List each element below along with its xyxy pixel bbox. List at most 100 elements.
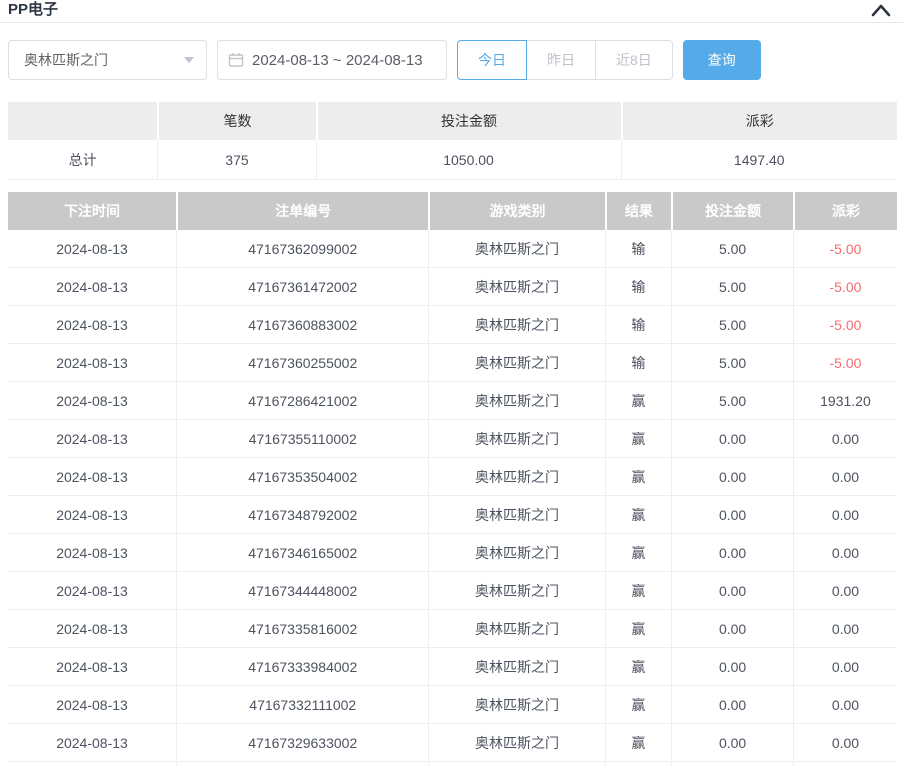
cell-bet-id: 47167344448002 [176,572,428,609]
cell-game-type: 奥林匹斯之门 [428,420,604,457]
cell-game-type: 奥林匹斯之门 [428,458,604,495]
cell-game-type: 奥林匹斯之门 [428,534,604,571]
chevron-up-icon [871,3,891,17]
cell-game-type: 奥林匹斯之门 [428,382,604,419]
records-table-header: 下注时间 注单编号 游戏类别 结果 投注金额 派彩 [8,192,897,230]
yesterday-button[interactable]: 昨日 [526,40,596,80]
cell-bet-id: 47167362099002 [176,230,428,267]
cell-result: 赢 [605,610,672,647]
search-button[interactable]: 查询 [683,40,761,80]
table-row: 2024-08-13 47167348792002 奥林匹斯之门 赢 0.00 … [8,496,897,534]
cell-result: 输 [605,344,672,381]
cell-bet-id: 47167332111002 [176,686,428,723]
cell-bet-time: 2024-08-13 [8,686,176,723]
game-select-value: 奥林匹斯之门 [24,50,108,70]
table-row: 2024-08-13 47167353504002 奥林匹斯之门 赢 0.00 … [8,458,897,496]
cell-bet-id: 47167360255002 [176,344,428,381]
summary-total-label: 总计 [8,140,157,179]
cell-payout: -5.00 [793,268,897,305]
last-8-days-button[interactable]: 近8日 [595,40,673,80]
cell-result: 赢 [605,724,672,761]
cell-payout: -5.00 [793,344,897,381]
cell-game-type: 奥林匹斯之门 [428,496,604,533]
summary-table-header: 笔数 投注金额 派彩 [8,102,897,140]
header-bet-time: 下注时间 [8,192,176,230]
summary-total-payout: 1497.40 [621,140,897,179]
cell-payout: 0.00 [793,648,897,685]
cell-result: 赢 [605,572,672,609]
cell-game-type: 奥林匹斯之门 [428,306,604,343]
cell-result: 输 [605,268,672,305]
cell-bet-time: 2024-08-13 [8,306,176,343]
header-bet-id: 注单编号 [176,192,428,230]
cell-bet-amount: 5.00 [671,382,793,419]
cell-bet-time: 2024-08-13 [8,382,176,419]
cell-bet-time: 2024-08-13 [8,458,176,495]
betting-records-panel: PP电子 奥林匹斯之门 2024-08-13 ~ 2024-08-13 今日 昨… [0,0,905,766]
cell-game-type: 奥林匹斯之门 [428,648,604,685]
cell-result: 赢 [605,686,672,723]
table-row: 2024-08-13 47167333984002 奥林匹斯之门 赢 0.00 … [8,648,897,686]
cell-result: 输 [605,306,672,343]
cell-payout: -5.00 [793,306,897,343]
summary-header-count: 笔数 [157,102,315,140]
cell-payout: 0.00 [793,420,897,457]
header-bet-amount: 投注金额 [671,192,793,230]
cell-result: 输 [605,230,672,267]
cell-game-type: 奥林匹斯之门 [428,572,604,609]
date-range-input[interactable]: 2024-08-13 ~ 2024-08-13 [217,40,447,80]
cell-payout: 0.00 [793,534,897,571]
cell-bet-time: 2024-08-13 [8,724,176,761]
cell-bet-time: 2024-08-13 [8,268,176,305]
cell-bet-id: 47167348792002 [176,496,428,533]
cell-result: 赢 [605,382,672,419]
records-table: 下注时间 注单编号 游戏类别 结果 投注金额 派彩 2024-08-13 471… [8,192,897,766]
table-row: 2024-08-13 47167346165002 奥林匹斯之门 赢 0.00 … [8,534,897,572]
quick-range-button-group: 今日 昨日 近8日 [457,40,673,80]
cell-payout: 1931.20 [793,382,897,419]
cell-bet-amount: 5.00 [671,268,793,305]
summary-header-empty [8,102,157,140]
cell-payout: 0.00 [793,724,897,761]
cell-bet-amount: 0.00 [671,458,793,495]
cell-bet-time: 2024-08-13 [8,572,176,609]
cell-game-type: 奥林匹斯之门 [428,724,604,761]
cell-bet-id: 47167360883002 [176,306,428,343]
panel-header: PP电子 [0,0,905,23]
chevron-down-icon [184,57,194,63]
cell-bet-amount: 0.00 [671,686,793,723]
cell-game-type: 奥林匹斯之门 [428,610,604,647]
cell-bet-time: 2024-08-13 [8,344,176,381]
cell-payout: 0.00 [793,496,897,533]
today-button[interactable]: 今日 [457,40,527,80]
cell-bet-time: 2024-08-13 [8,420,176,457]
collapse-button[interactable] [869,0,893,20]
cell-payout: 0.00 [793,610,897,647]
table-row: 2024-08-13 47167335816002 奥林匹斯之门 赢 0.00 … [8,610,897,648]
table-row: 2024-08-13 47167329633002 奥林匹斯之门 赢 0.00 … [8,724,897,762]
cell-result: 赢 [605,458,672,495]
cell-result: 赢 [605,496,672,533]
summary-header-payout: 派彩 [621,102,897,140]
header-game-type: 游戏类别 [428,192,604,230]
cell-bet-amount: 0.00 [671,572,793,609]
cell-bet-id: 47167353504002 [176,458,428,495]
cell-bet-amount: 0.00 [671,610,793,647]
cell-payout: 0.00 [793,458,897,495]
cell-game-type: 奥林匹斯之门 [428,686,604,723]
cell-payout: 0.00 [793,572,897,609]
summary-total-bet-amount: 1050.00 [316,140,621,179]
summary-table: 笔数 投注金额 派彩 总计 375 1050.00 1497.40 [8,102,897,180]
cell-bet-amount: 0.00 [671,724,793,761]
table-row-partial [8,762,897,766]
date-range-value: 2024-08-13 ~ 2024-08-13 [252,52,423,69]
calendar-icon [228,52,244,68]
cell-bet-time: 2024-08-13 [8,534,176,571]
table-row: 2024-08-13 47167360883002 奥林匹斯之门 输 5.00 … [8,306,897,344]
cell-bet-id: 47167329633002 [176,724,428,761]
cell-game-type: 奥林匹斯之门 [428,268,604,305]
cell-bet-amount: 0.00 [671,420,793,457]
header-payout: 派彩 [793,192,897,230]
game-select[interactable]: 奥林匹斯之门 [8,40,207,80]
cell-bet-amount: 5.00 [671,344,793,381]
